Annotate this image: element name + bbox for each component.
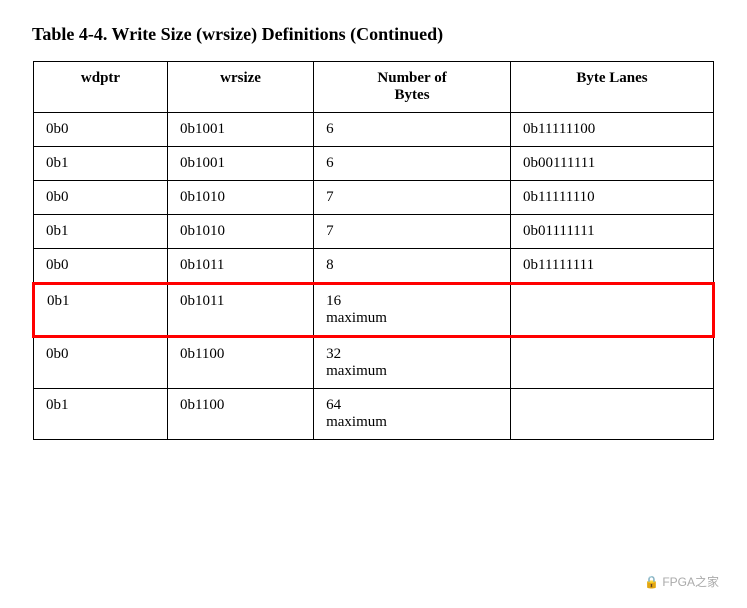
table-cell: 0b00111111	[511, 147, 714, 181]
table-cell: 0b0	[34, 181, 168, 215]
col-header-num-bytes: Number of Bytes	[314, 62, 511, 113]
wrsize-table: wdptr wrsize Number of Bytes Byte Lanes …	[32, 61, 715, 440]
table-cell: 6	[314, 147, 511, 181]
table-cell	[511, 389, 714, 440]
table-cell: 64 maximum	[314, 389, 511, 440]
table-cell: 0b11111100	[511, 113, 714, 147]
table-cell: 0b1010	[167, 181, 313, 215]
watermark: 🔒 FPGA之家	[644, 573, 719, 590]
table-cell: 0b1010	[167, 215, 313, 249]
table-cell: 6	[314, 113, 511, 147]
table-cell: 0b0	[34, 337, 168, 389]
table-row: 0b10b101116 maximum	[34, 284, 714, 337]
table-cell: 0b11111110	[511, 181, 714, 215]
col-header-wdptr: wdptr	[34, 62, 168, 113]
table-cell: 0b1001	[167, 147, 313, 181]
table-cell: 0b1	[34, 215, 168, 249]
table-cell	[511, 284, 714, 337]
table-row: 0b10b110064 maximum	[34, 389, 714, 440]
page-title: Table 4-4. Write Size (wrsize) Definitio…	[32, 24, 715, 45]
table-row: 0b00b101070b11111110	[34, 181, 714, 215]
table-row: 0b00b100160b11111100	[34, 113, 714, 147]
col-header-byte-lanes: Byte Lanes	[511, 62, 714, 113]
table-cell: 0b1	[34, 389, 168, 440]
table-cell: 32 maximum	[314, 337, 511, 389]
table-row: 0b00b101180b11111111	[34, 249, 714, 284]
table-row: 0b10b100160b00111111	[34, 147, 714, 181]
table-cell: 0b1011	[167, 284, 313, 337]
table-cell: 0b1011	[167, 249, 313, 284]
table-cell: 0b1	[34, 284, 168, 337]
table-cell: 7	[314, 181, 511, 215]
table-cell: 0b01111111	[511, 215, 714, 249]
table-cell: 0b0	[34, 113, 168, 147]
table-cell: 0b1001	[167, 113, 313, 147]
table-row: 0b10b101070b01111111	[34, 215, 714, 249]
table-row: 0b00b110032 maximum	[34, 337, 714, 389]
table-cell: 0b1100	[167, 389, 313, 440]
table-cell: 0b0	[34, 249, 168, 284]
table-cell: 16 maximum	[314, 284, 511, 337]
table-cell: 7	[314, 215, 511, 249]
table-cell: 8	[314, 249, 511, 284]
table-cell	[511, 337, 714, 389]
col-header-wrsize: wrsize	[167, 62, 313, 113]
table-cell: 0b1100	[167, 337, 313, 389]
table-cell: 0b11111111	[511, 249, 714, 284]
table-cell: 0b1	[34, 147, 168, 181]
table-header-row: wdptr wrsize Number of Bytes Byte Lanes	[34, 62, 714, 113]
